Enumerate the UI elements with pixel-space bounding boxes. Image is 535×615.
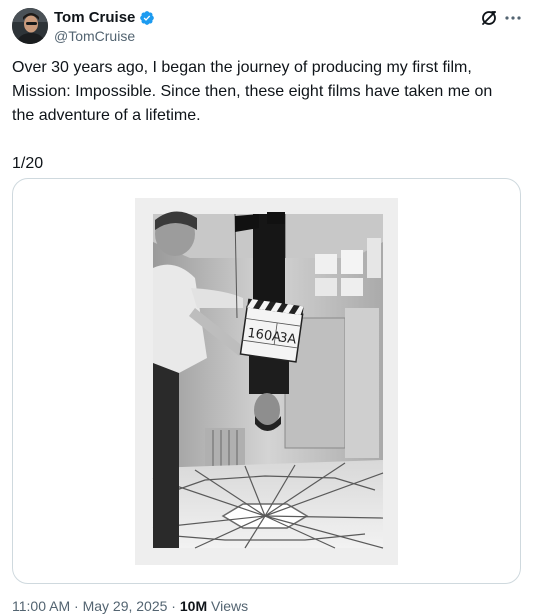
tweet: Tom Cruise @TomCruise Over 30 years ago,… — [0, 0, 535, 615]
tweet-date[interactable]: May 29, 2025 — [83, 598, 168, 614]
views-count: 10M — [179, 598, 208, 614]
author-display-name[interactable]: Tom Cruise — [54, 9, 135, 27]
grok-icon[interactable] — [480, 9, 498, 27]
thread-counter: 1/20 — [12, 155, 44, 172]
avatar-photo — [12, 8, 48, 44]
tweet-body: Over 30 years ago, I began the journey o… — [12, 59, 493, 124]
tweet-time[interactable]: 11:00 AM — [12, 598, 70, 614]
meta-separator: · — [70, 598, 83, 614]
tweet-photo[interactable]: 160A 3A — [135, 198, 398, 565]
avatar[interactable] — [12, 8, 48, 44]
meta-separator: · — [167, 598, 180, 614]
tweet-text: Over 30 years ago, I began the journey o… — [12, 56, 517, 176]
views-label: Views — [207, 598, 249, 614]
clapper-take: 3A — [278, 330, 297, 347]
more-options-icon[interactable] — [503, 8, 523, 28]
tweet-meta: 11:00 AM · May 29, 2025 · 10M Views — [12, 597, 248, 615]
media-card[interactable]: 160A 3A — [12, 178, 521, 584]
verified-badge-icon[interactable] — [139, 10, 155, 26]
author-handle[interactable]: @TomCruise — [54, 28, 135, 45]
author-name-row: Tom Cruise — [54, 9, 155, 27]
